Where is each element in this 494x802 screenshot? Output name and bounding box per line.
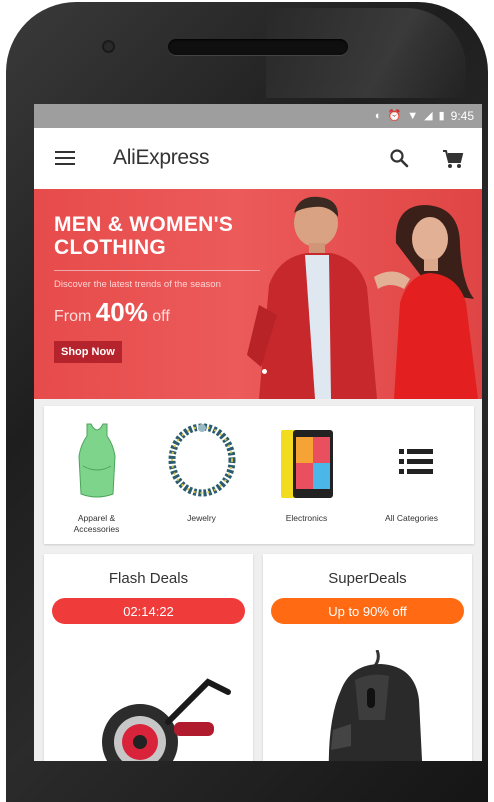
cart-icon[interactable]	[442, 148, 464, 170]
offer-prefix: From	[54, 308, 92, 325]
superdeals-card[interactable]: SuperDeals Up to 90% off	[263, 554, 472, 761]
female-model-image	[374, 205, 478, 399]
battery-icon: ▮	[438, 109, 445, 122]
search-icon[interactable]	[389, 148, 409, 168]
banner-offer: From 40% off	[54, 297, 170, 328]
banner-title-line2: CLOTHING	[54, 236, 167, 259]
banner-title: MEN & WOMEN'S CLOTHING	[54, 213, 274, 259]
banner-title-line1: MEN & WOMEN'S	[54, 213, 234, 236]
promo-banner[interactable]: MEN & WOMEN'S CLOTHING Discover the late…	[34, 189, 482, 399]
category-label: Electronics	[285, 513, 328, 523]
front-camera	[104, 42, 113, 51]
category-all[interactable]: All Categories	[359, 406, 464, 544]
offer-value: 40%	[95, 297, 148, 327]
menu-icon[interactable]	[55, 151, 75, 165]
alarm-icon: ⏰	[387, 109, 402, 122]
app-title: AliExpress	[113, 146, 210, 169]
tank-top-icon	[78, 423, 116, 498]
list-icon	[399, 449, 433, 474]
status-bar: ◐ ⏰ ▼ ◢ ▮ 9:45	[34, 104, 482, 128]
deal-title: Flash Deals	[108, 570, 189, 587]
category-label: Jewelry	[187, 513, 216, 523]
banner-subtitle: Discover the latest trends of the season	[54, 279, 221, 290]
category-electronics[interactable]: Electronics	[254, 406, 359, 544]
wifi-icon: ▼	[407, 109, 419, 122]
offer-suffix: off	[152, 308, 170, 325]
countdown-timer: 02:14:22	[52, 598, 245, 624]
discount-badge: Up to 90% off	[271, 598, 464, 624]
carousel-indicator[interactable]	[262, 369, 267, 374]
necklace-icon	[168, 423, 236, 497]
signal-icon: ◢	[424, 109, 433, 122]
phone-screen: ◐ ⏰ ▼ ◢ ▮ 9:45 AliExpress MEN & WOMEN'S …	[34, 104, 482, 761]
deal-title: SuperDeals	[328, 570, 407, 587]
category-jewelry[interactable]: Jewelry	[149, 406, 254, 544]
gaming-mouse-icon	[328, 650, 423, 761]
flash-deals-card[interactable]: Flash Deals 02:14:22	[44, 554, 253, 761]
category-apparel[interactable]: Apparel & Accessories	[44, 406, 149, 544]
category-label: All Categories	[385, 513, 438, 523]
shop-now-button[interactable]: Shop Now	[54, 341, 122, 363]
app-bar: AliExpress	[34, 128, 482, 189]
data-saver-icon: ◐	[374, 109, 382, 122]
category-strip: Apparel & Accessories Jewelry Electronics	[44, 406, 474, 544]
smartphone-icon	[281, 430, 333, 498]
status-time: 9:45	[450, 109, 474, 123]
category-label: Apparel & Accessories	[73, 513, 120, 534]
banner-divider	[54, 270, 260, 271]
fishing-reel-icon	[102, 678, 231, 761]
earpiece-speaker	[168, 39, 348, 55]
